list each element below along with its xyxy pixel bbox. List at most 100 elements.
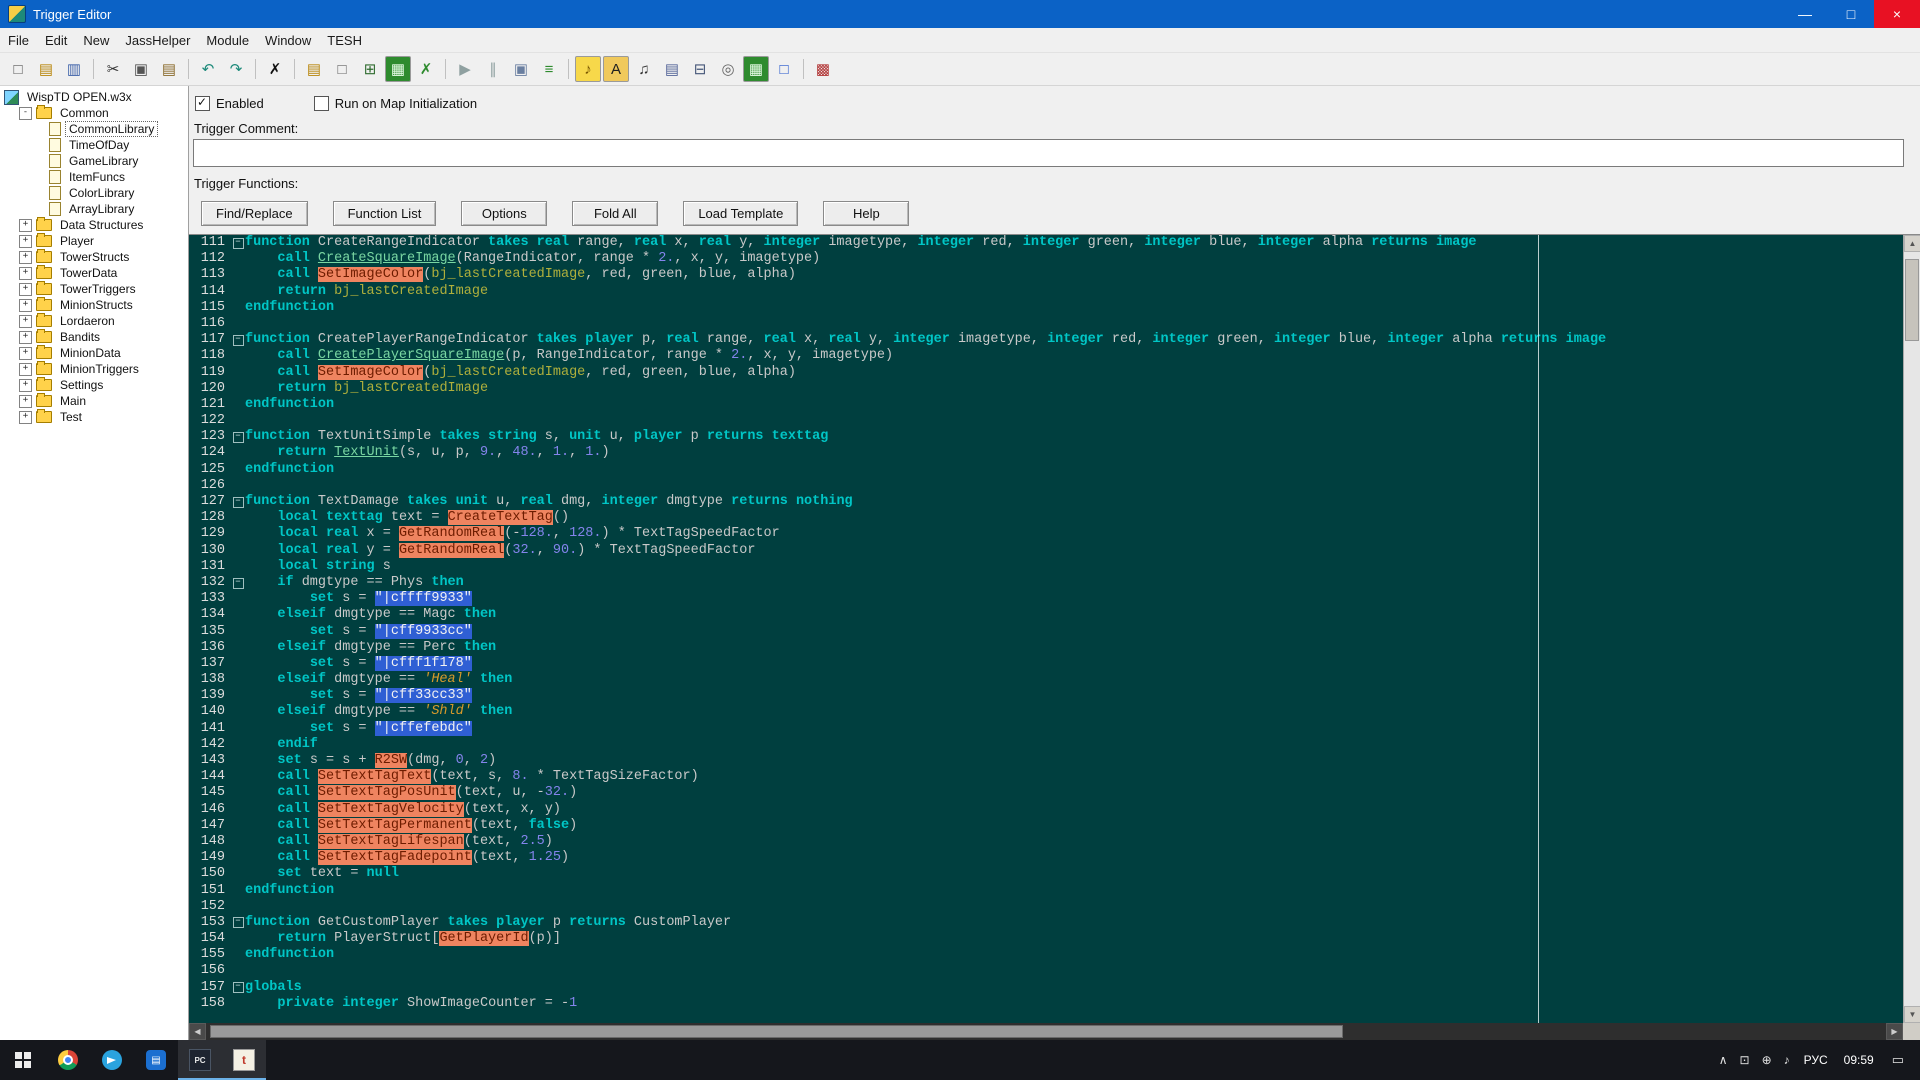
code-line[interactable]: 152 <box>189 899 1903 915</box>
code-line[interactable]: 156 <box>189 963 1903 979</box>
variables-button[interactable]: ▦ <box>385 56 411 82</box>
tree-expander[interactable]: + <box>19 394 32 408</box>
fold-toggle[interactable]: − <box>232 334 244 346</box>
pc-app-taskbar-button[interactable]: PC <box>178 1040 222 1080</box>
code-line[interactable]: 128 local texttag text = CreateTextTag() <box>189 510 1903 526</box>
idcard-button[interactable]: ⊟ <box>687 56 713 82</box>
tree-item-colorlibrary[interactable]: ColorLibrary <box>0 185 188 201</box>
telegram-taskbar-button[interactable] <box>90 1040 134 1080</box>
code-line[interactable]: 131 local string s <box>189 559 1903 575</box>
code-line[interactable]: 151 endfunction <box>189 883 1903 899</box>
tree-expander[interactable]: + <box>19 282 32 296</box>
tree-item-data-structures[interactable]: + Data Structures <box>0 217 188 233</box>
code-line[interactable]: 120 return bj_lastCreatedImage <box>189 381 1903 397</box>
pause-button[interactable]: ∥ <box>480 56 506 82</box>
language-indicator[interactable]: РУС <box>1804 1053 1828 1067</box>
code-line[interactable]: 135 set s = "|cff9933cc" <box>189 623 1903 640</box>
tree-expander[interactable]: - <box>19 106 32 120</box>
tree-item-gamelibrary[interactable]: GameLibrary <box>0 153 188 169</box>
scroll-down-arrow[interactable]: ▼ <box>1904 1006 1920 1023</box>
taskbar-clock[interactable]: 09:59 <box>1844 1053 1874 1067</box>
fold-toggle[interactable]: − <box>232 917 244 929</box>
tree-expander[interactable]: + <box>19 234 32 248</box>
tree-item-lordaeron[interactable]: + Lordaeron <box>0 313 188 329</box>
code-line[interactable]: 129 local real x = GetRandomReal(-128., … <box>189 526 1903 542</box>
enabled-checkbox[interactable]: Enabled <box>195 95 264 111</box>
code-line[interactable]: 117− function CreatePlayerRangeIndicator … <box>189 332 1903 348</box>
code-line[interactable]: 148 call SetTextTagLifespan(text, 2.5) <box>189 833 1903 850</box>
run-button[interactable]: ▶ <box>452 56 478 82</box>
button-fold-all[interactable]: Fold All <box>572 201 659 226</box>
code-line[interactable]: 123− function TextUnitSimple takes string… <box>189 429 1903 445</box>
tree-item-itemfuncs[interactable]: ItemFuncs <box>0 169 188 185</box>
new-trigger-button[interactable]: □ <box>329 56 355 82</box>
scroll-right-arrow[interactable]: ▶ <box>1886 1023 1903 1040</box>
code-line[interactable]: 134 elseif dmgtype == Magc then <box>189 607 1903 623</box>
code-line[interactable]: 153− function GetCustomPlayer takes playe… <box>189 915 1903 931</box>
button-load-template[interactable]: Load Template <box>683 201 799 226</box>
button-help[interactable]: Help <box>823 201 910 226</box>
code-line[interactable]: 132− if dmgtype == Phys then <box>189 575 1903 591</box>
tree-item-towertriggers[interactable]: + TowerTriggers <box>0 281 188 297</box>
menu-tesh[interactable]: TESH <box>319 30 370 51</box>
menu-file[interactable]: File <box>0 30 37 51</box>
vertical-scroll-thumb[interactable] <box>1905 259 1919 341</box>
editor-app-taskbar-button[interactable]: t <box>222 1040 266 1080</box>
start-button[interactable] <box>0 1040 46 1080</box>
fold-toggle[interactable]: − <box>232 431 244 443</box>
horn-button[interactable]: ♪ <box>575 56 601 82</box>
code-line[interactable]: 125 endfunction <box>189 462 1903 478</box>
tree-item-miniontriggers[interactable]: + MinionTriggers <box>0 361 188 377</box>
minimize-button[interactable]: — <box>1782 0 1828 28</box>
menu-window[interactable]: Window <box>257 30 319 51</box>
code-line[interactable]: 137 set s = "|cfff1f178" <box>189 655 1903 672</box>
fold-toggle[interactable]: − <box>232 982 244 994</box>
tree-item-main[interactable]: + Main <box>0 393 188 409</box>
tray-monitor-icon[interactable]: ⊡ <box>1740 1053 1750 1067</box>
tree-item-timeofday[interactable]: TimeOfDay <box>0 137 188 153</box>
save-button[interactable]: ▥ <box>61 56 87 82</box>
code-line[interactable]: 158 private integer ShowImageCounter = -… <box>189 996 1903 1012</box>
code-editor[interactable]: 111− function CreateRangeIndicator takes … <box>189 235 1903 1023</box>
code-line[interactable]: 127− function TextDamage takes unit u, re… <box>189 494 1903 510</box>
code-line[interactable]: 121 endfunction <box>189 397 1903 413</box>
sound-button[interactable]: ♫ <box>631 56 657 82</box>
tree-item-towerdata[interactable]: + TowerData <box>0 265 188 281</box>
code-line[interactable]: 136 elseif dmgtype == Perc then <box>189 640 1903 656</box>
tree-item-miniondata[interactable]: + MinionData <box>0 345 188 361</box>
image-button[interactable]: ▣ <box>508 56 534 82</box>
code-line[interactable]: 155 endfunction <box>189 947 1903 963</box>
checklist-button[interactable]: ≡ <box>536 56 562 82</box>
code-line[interactable]: 116 <box>189 316 1903 332</box>
menu-edit[interactable]: Edit <box>37 30 75 51</box>
code-line[interactable]: 157− globals <box>189 980 1903 996</box>
scroll-up-arrow[interactable]: ▲ <box>1904 235 1920 252</box>
tree-expander[interactable]: + <box>19 330 32 344</box>
tree-expander[interactable]: + <box>19 410 32 424</box>
tree-expander[interactable]: + <box>19 250 32 264</box>
tray-chevron-icon[interactable]: ∧ <box>1719 1053 1728 1067</box>
tree-expander[interactable]: + <box>19 266 32 280</box>
code-line[interactable]: 115 endfunction <box>189 300 1903 316</box>
code-line[interactable]: 112 call CreateSquareImage(RangeIndicato… <box>189 251 1903 267</box>
code-line[interactable]: 154 return PlayerStruct[GetPlayerId(p)] <box>189 931 1903 947</box>
tree-expander[interactable]: + <box>19 362 32 376</box>
code-line[interactable]: 143 set s = s + R2SW(dmg, 0, 2) <box>189 753 1903 769</box>
code-line[interactable]: 146 call SetTextTagVelocity(text, x, y) <box>189 801 1903 818</box>
code-line[interactable]: 118 call CreatePlayerSquareImage(p, Rang… <box>189 348 1903 364</box>
tree-item-commonlibrary[interactable]: CommonLibrary <box>0 121 188 137</box>
code-line[interactable]: 144 call SetTextTagText(text, s, 8. * Te… <box>189 769 1903 785</box>
vertical-scrollbar[interactable]: ▲ ▼ <box>1903 235 1920 1023</box>
code-line[interactable]: 130 local real y = GetRandomReal(32., 90… <box>189 542 1903 559</box>
tree-item-towerstructs[interactable]: + TowerStructs <box>0 249 188 265</box>
trigger-comment-input[interactable] <box>193 139 1904 167</box>
scroll-left-arrow[interactable]: ◀ <box>189 1023 206 1040</box>
open-button[interactable]: ▤ <box>33 56 59 82</box>
tray-network-icon[interactable]: ⊕ <box>1762 1053 1772 1067</box>
code-line[interactable]: 141 set s = "|cffefebdc" <box>189 720 1903 737</box>
code-line[interactable]: 114 return bj_lastCreatedImage <box>189 284 1903 300</box>
code-line[interactable]: 150 set text = null <box>189 866 1903 882</box>
tree-expander[interactable]: + <box>19 378 32 392</box>
tree-expander[interactable]: + <box>19 346 32 360</box>
category-folder-button[interactable]: ▤ <box>301 56 327 82</box>
